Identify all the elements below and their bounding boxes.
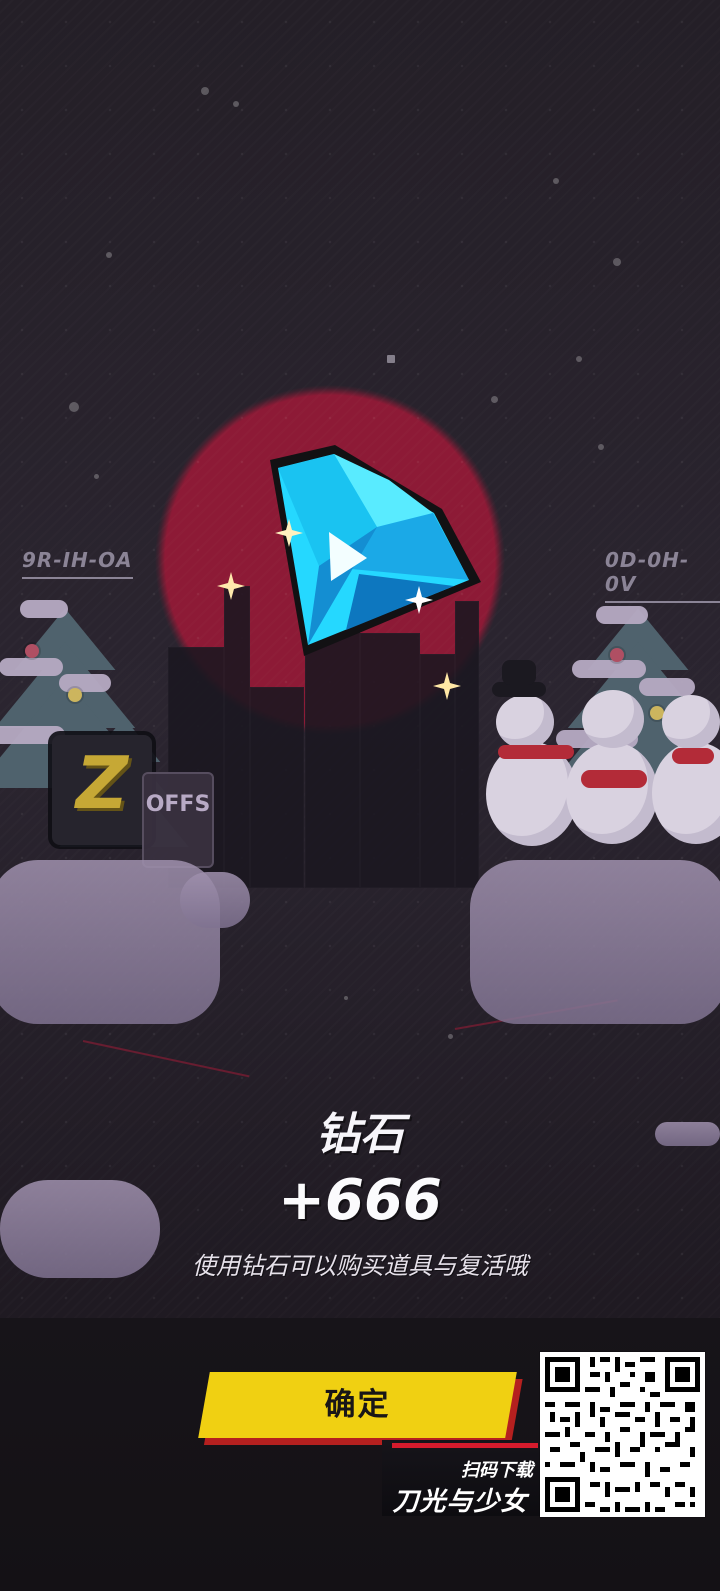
z-box: Z [52, 735, 152, 845]
snowman-head [496, 695, 554, 749]
city-building [250, 687, 304, 888]
tree-snow [596, 606, 648, 624]
tiny-square-icon [387, 355, 395, 363]
background-star [576, 356, 582, 362]
snowman-head [582, 690, 644, 748]
tree-snow [639, 678, 695, 696]
sparkle-icon [275, 519, 303, 547]
snow-block [470, 860, 720, 1024]
gift-bag-text: OFFS [145, 792, 211, 817]
promo-game-title: 刀光与少女 [392, 1487, 528, 1517]
tree-snow [0, 658, 63, 676]
ornament [610, 648, 624, 662]
background-star [106, 252, 112, 258]
promo-red-strip [392, 1443, 538, 1448]
background-star [491, 396, 498, 403]
reward-amount: +666 [278, 1168, 442, 1233]
snowman-scarf [581, 770, 647, 788]
sparkle-icon [433, 672, 461, 700]
snowman-scarf [498, 745, 574, 759]
gift-bag: OFFS [142, 772, 214, 868]
background-star [344, 996, 348, 1000]
background-star [233, 101, 239, 107]
city-building [360, 633, 420, 888]
reward-title: 钻石 [316, 1109, 404, 1160]
promo-download-text: 扫码下载 [461, 1460, 533, 1481]
tree-snow [20, 600, 68, 618]
background-star [598, 444, 604, 450]
ornament [25, 644, 39, 658]
tree-snow [572, 660, 646, 678]
snowman-hat-top [502, 660, 536, 685]
background-star [448, 1034, 453, 1039]
z-box-letter: Z [75, 741, 129, 825]
snowman-head [662, 695, 720, 749]
snowman-body [566, 742, 658, 844]
qr-code-icon[interactable] [540, 1352, 705, 1517]
sparkle-icon [217, 572, 245, 600]
background-star [201, 87, 209, 95]
reward-description: 使用钻石可以购买道具与复活哦 [192, 1252, 528, 1280]
background-star [553, 178, 559, 184]
snowman-scarf [672, 748, 714, 764]
background-star [613, 258, 621, 266]
background-star [69, 402, 79, 412]
city-building [224, 586, 250, 888]
sparkle-icon [405, 586, 433, 614]
confirm-button[interactable]: 确定 [198, 1372, 517, 1438]
background-star [94, 474, 99, 479]
reward-screen: 9R-IH-OA 0D-0H-0V Z OFFS 钻石 +666 使用钻石可以购… [0, 0, 720, 1591]
diamond-icon [263, 440, 495, 665]
confirm-button-label: 确定 [324, 1387, 391, 1422]
snow-block [180, 872, 250, 928]
